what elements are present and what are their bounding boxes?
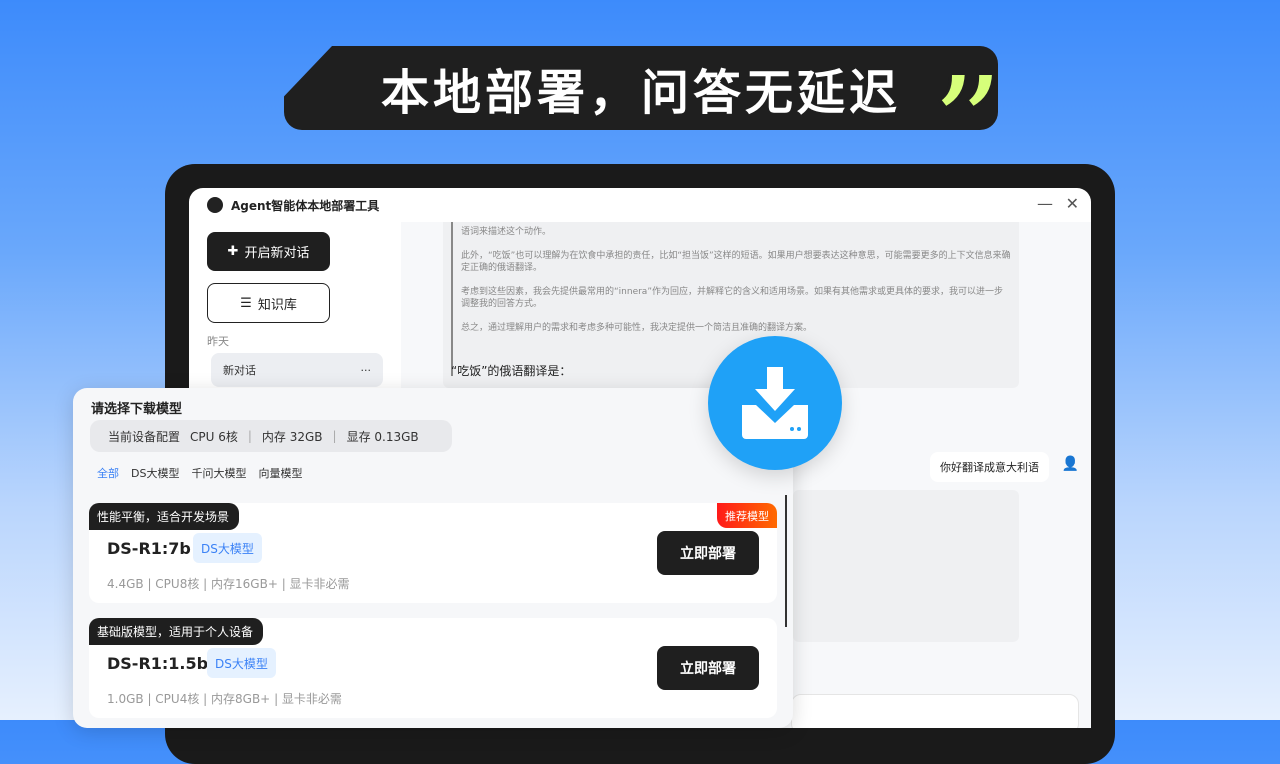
database-icon: ☰: [240, 296, 252, 311]
window-title: Agent智能体本地部署工具: [231, 197, 379, 214]
recommended-badge: 推荐模型: [717, 503, 777, 528]
thinking-text: 考虑到这些因素，我会先提供最常用的“innera”作为回应，并解释它的含义和适用…: [461, 286, 1011, 311]
config-label: 当前设备配置: [108, 428, 180, 445]
knowledge-base-button[interactable]: ☰ 知识库: [207, 283, 330, 323]
model-tag: 性能平衡，适合开发场景: [89, 503, 239, 530]
thinking-text: 总之，通过理解用户的需求和考虑多种可能性，我决定提供一个简洁且准确的翻译方案。: [461, 322, 1011, 335]
more-icon[interactable]: ···: [361, 364, 372, 377]
answer-text: “吃饭”的俄语翻译是：: [451, 362, 571, 379]
model-tabs: 全部 DS大模型 千问大模型 向量模型: [97, 465, 302, 481]
new-chat-icon: ✚: [228, 244, 239, 259]
user-avatar-icon: 👤: [1062, 456, 1079, 472]
download-icon: [708, 336, 842, 470]
tab-ds[interactable]: DS大模型: [131, 465, 179, 481]
quote-icon: ”: [934, 60, 1003, 180]
app-logo-icon: [207, 197, 223, 213]
model-specs: 4.4GB | CPU8核 | 内存16GB+ | 显卡非必需: [107, 575, 350, 592]
close-button[interactable]: ✕: [1066, 194, 1079, 213]
chat-input[interactable]: [791, 694, 1079, 728]
banner-title: 本地部署，问答无延迟: [284, 46, 998, 130]
new-chat-button[interactable]: ✚ 开启新对话: [207, 232, 330, 271]
model-name: DS-R1:7b: [107, 539, 191, 558]
new-chat-label: 开启新对话: [244, 242, 309, 261]
model-card: 基础版模型，适用于个人设备 DS-R1:1.5b DS大模型 1.0GB | C…: [89, 618, 777, 718]
config-vram: 显存 0.13GB: [347, 428, 419, 445]
model-type: DS大模型: [207, 648, 276, 678]
quote-bar: [451, 222, 453, 376]
reply-block: [793, 490, 1019, 642]
deploy-button[interactable]: 立即部署: [657, 646, 759, 690]
panel-title: 请选择下载模型: [91, 398, 182, 417]
section-label: 昨天: [207, 333, 229, 349]
model-card: 性能平衡，适合开发场景 推荐模型 DS-R1:7b DS大模型 4.4GB | …: [89, 503, 777, 603]
thinking-text: 此外，“吃饭”也可以理解为在饮食中承担的责任，比如“担当饭”这样的短语。如果用户…: [461, 250, 1011, 275]
user-message: 你好翻译成意大利语: [930, 452, 1049, 482]
deploy-button[interactable]: 立即部署: [657, 531, 759, 575]
model-tag: 基础版模型，适用于个人设备: [89, 618, 263, 645]
thinking-text: 语词来描述这个动作。: [461, 226, 1011, 239]
knowledge-label: 知识库: [258, 294, 297, 313]
config-cpu: CPU 6核: [190, 428, 238, 445]
model-download-panel: 请选择下载模型 当前设备配置 CPU 6核| 内存 32GB| 显存 0.13G…: [73, 388, 793, 728]
model-type: DS大模型: [193, 533, 262, 563]
conversation-label: 新对话: [223, 362, 256, 378]
title-bar: Agent智能体本地部署工具: [189, 188, 1091, 222]
tab-all[interactable]: 全部: [97, 465, 119, 481]
scrollbar[interactable]: [785, 495, 787, 627]
config-memory: 内存 32GB: [262, 428, 323, 445]
model-specs: 1.0GB | CPU4核 | 内存8GB+ | 显卡非必需: [107, 690, 342, 707]
conversation-item[interactable]: 新对话 ···: [211, 353, 383, 387]
device-config: 当前设备配置 CPU 6核| 内存 32GB| 显存 0.13GB: [90, 420, 452, 452]
minimize-button[interactable]: —: [1037, 194, 1053, 213]
tab-vector[interactable]: 向量模型: [258, 465, 302, 481]
tab-qwen[interactable]: 千问大模型: [191, 465, 246, 481]
model-name: DS-R1:1.5b: [107, 654, 208, 673]
